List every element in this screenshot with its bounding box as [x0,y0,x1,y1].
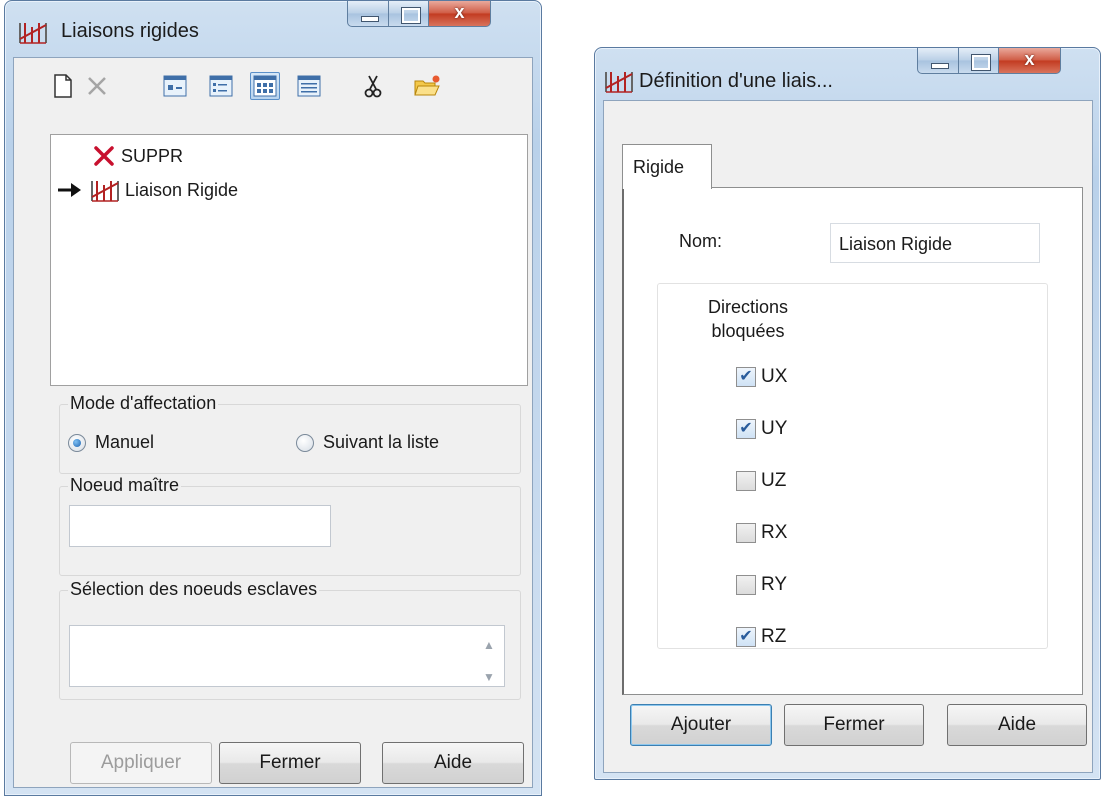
window-title: Liaisons rigides [61,20,199,42]
maximize-button[interactable] [389,1,429,27]
checkbox[interactable] [736,367,756,387]
checkbox[interactable] [736,471,756,491]
radio-label: Suivant la liste [323,432,440,452]
label-line: Directions [707,297,789,317]
new-document-icon[interactable] [48,72,78,100]
blocked-directions-label: Directions bloquées [698,295,798,343]
help-button[interactable]: Aide [382,742,524,784]
scrollbar[interactable]: ▲ ▼ [478,638,500,684]
close-button[interactable]: x [999,48,1061,74]
rigid-link-icon [17,19,51,45]
rigid-link-icon [89,177,123,203]
view-details-icon[interactable] [294,72,324,100]
radio-button[interactable] [296,433,314,452]
checkbox-rx[interactable]: RX [736,522,787,544]
tab-rigid[interactable]: Rigide [622,144,712,189]
rigid-link-icon [603,68,637,94]
checkbox[interactable] [736,523,756,543]
checkbox-label: UZ [761,470,787,491]
radio-button-selected[interactable] [68,433,86,452]
maximize-button[interactable] [959,48,999,74]
minimize-button[interactable] [917,48,959,74]
group-label: Mode d'affectation [68,393,219,414]
close-dialog-button[interactable]: Fermer [219,742,361,784]
checkbox-uz[interactable]: UZ [736,470,786,492]
group-label: Noeud maître [68,475,182,496]
checkbox-ry[interactable]: RY [736,574,787,596]
rigid-links-window: Liaisons rigides x SUPPR Liaison Rigide … [4,0,542,796]
view-grid-icon[interactable] [250,72,280,100]
checkbox-ux[interactable]: UX [736,366,787,388]
close-icon: x [454,2,465,22]
label-line: bloquées [711,321,785,341]
list-item[interactable]: Liaison Rigide [57,177,238,203]
help-button[interactable]: Aide [947,704,1087,746]
checkbox[interactable] [736,575,756,595]
checkbox-label: UX [761,366,788,387]
toolbar [14,58,532,116]
minimize-button[interactable] [347,1,389,27]
window-title: Définition d'une liais... [639,70,833,92]
view-small-icons-icon[interactable] [160,72,190,100]
window-client: SUPPR Liaison Rigide Mode d'affectation … [13,57,533,788]
add-button[interactable]: Ajouter [630,704,772,746]
checkbox[interactable] [736,627,756,647]
open-folder-icon[interactable] [412,72,442,100]
master-node-input[interactable] [69,505,331,547]
apply-button[interactable]: Appliquer [70,742,212,784]
radio-label: Manuel [95,432,155,452]
checkbox-label: RX [761,522,788,543]
link-definition-window: Définition d'une liais... x Rigide Nom: … [594,47,1101,780]
list-item[interactable]: SUPPR [93,143,183,169]
view-list-icon[interactable] [206,72,236,100]
title-bar[interactable]: Liaisons rigides x [5,1,541,57]
window-client: Rigide Nom: Liaison Rigide Directions bl… [603,100,1093,773]
close-button[interactable]: x [429,1,491,27]
list-item-label: Liaison Rigide [125,179,239,200]
checkbox-label: RZ [761,626,787,647]
checkbox-label: RY [761,574,788,595]
checkbox-rz[interactable]: RZ [736,626,786,648]
slave-nodes-input[interactable]: ▲ ▼ [69,625,505,687]
checkbox-uy[interactable]: UY [736,418,787,440]
scroll-up-icon[interactable]: ▲ [483,638,495,652]
window-controls: x [917,48,1061,74]
checkbox[interactable] [736,419,756,439]
red-x-icon [94,146,114,166]
radio-manual[interactable]: Manuel [68,432,154,453]
group-label: Sélection des noeuds esclaves [68,579,320,600]
rigid-links-list[interactable]: SUPPR Liaison Rigide [50,134,528,386]
close-dialog-button[interactable]: Fermer [784,704,924,746]
window-controls: x [347,1,491,27]
list-item-label: SUPPR [121,145,184,166]
radio-following-list[interactable]: Suivant la liste [296,432,439,453]
close-icon: x [1024,49,1035,69]
delete-icon[interactable] [82,72,112,100]
name-input[interactable]: Liaison Rigide [830,223,1040,263]
scroll-down-icon[interactable]: ▼ [483,670,495,684]
cut-scissors-icon[interactable] [358,72,388,100]
current-arrow-icon [58,183,81,197]
title-bar[interactable]: Définition d'une liais... x [595,48,1100,104]
name-label: Nom: [679,231,723,251]
checkbox-label: UY [761,418,788,439]
